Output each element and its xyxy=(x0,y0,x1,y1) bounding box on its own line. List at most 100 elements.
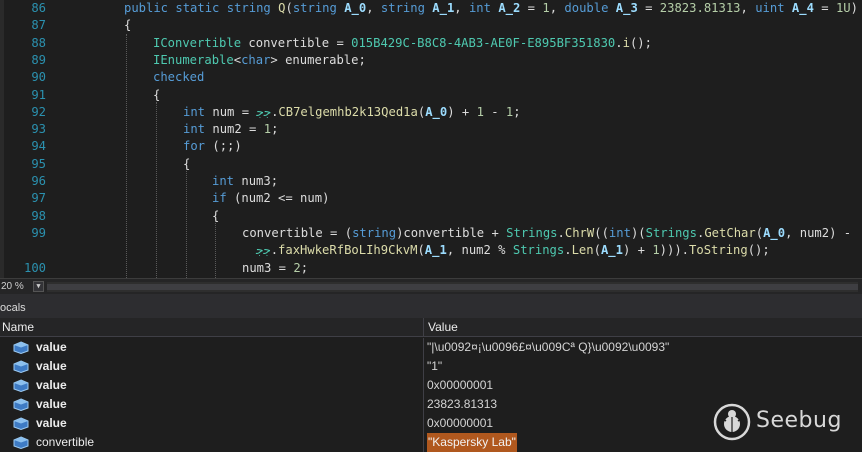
code-token: if xyxy=(212,191,227,206)
code-token: ( xyxy=(593,243,601,258)
code-line[interactable]: 99 convertible = (string)convertible + St… xyxy=(0,225,862,242)
value-cell[interactable]: 0x00000001 xyxy=(424,376,862,395)
code-token: A_0 xyxy=(763,225,786,240)
line-number: 92 xyxy=(31,104,46,119)
code-token: ( xyxy=(755,225,764,240)
code-text[interactable]: int num2 = 1; xyxy=(183,121,278,138)
code-token: = xyxy=(637,1,660,15)
code-token: ToString xyxy=(689,243,748,258)
code-token: CB7elgemhb2k13Qed1a xyxy=(278,104,418,119)
code-token: 1 xyxy=(542,1,550,15)
variable-name: value xyxy=(36,359,67,373)
code-token: num2 = xyxy=(205,122,264,137)
code-token: . xyxy=(615,35,623,50)
column-header-value[interactable]: Value xyxy=(424,318,862,337)
code-token: Strings xyxy=(506,225,558,240)
code-line[interactable]: 86 public static string Q(string A_0, str… xyxy=(0,0,862,17)
line-number: 93 xyxy=(31,122,46,137)
code-text[interactable]: { xyxy=(124,17,131,34)
code-line[interactable]: 95 { xyxy=(0,156,862,173)
code-text[interactable]: num3 = 2; xyxy=(242,260,308,277)
code-text[interactable]: IEnumerable<char> enumerable; xyxy=(153,52,366,69)
code-token: ChrW xyxy=(564,225,595,240)
code-text[interactable]: IConvertible convertible = 015B429C-B8C8… xyxy=(153,35,652,52)
code-line[interactable]: 89 IEnumerable<char> enumerable; xyxy=(0,52,862,69)
value-cell[interactable]: "1" xyxy=(424,357,862,376)
code-token: 1 xyxy=(476,104,484,119)
watermark-text: Seebug xyxy=(756,408,842,433)
line-number: 87 xyxy=(31,18,46,33)
line-number: 97 xyxy=(31,191,46,206)
code-token: , xyxy=(740,1,756,15)
code-text[interactable]: int num = ﺟﺟ.CB7elgemhb2k13Qed1a(A_0) + … xyxy=(183,104,521,121)
code-text[interactable]: if (num2 <= num) xyxy=(212,190,329,207)
variable-icon xyxy=(13,379,29,392)
variable-name: convertible xyxy=(36,435,95,449)
code-token: < xyxy=(233,52,242,67)
code-token: string xyxy=(380,1,425,15)
code-line[interactable]: 87 { xyxy=(0,17,862,34)
code-token: 1 xyxy=(652,243,660,258)
chevron-down-icon[interactable]: ▼ xyxy=(33,281,44,292)
code-text[interactable]: { xyxy=(153,87,160,104)
line-number: 88 xyxy=(31,35,46,50)
code-line[interactable]: 100 num3 = 2; xyxy=(0,260,862,277)
variable-icon xyxy=(13,436,29,449)
variable-value[interactable]: "1" xyxy=(427,357,442,376)
horizontal-scrollbar[interactable] xyxy=(47,282,858,292)
code-text[interactable]: ﺟﺟ.faxHwkeRfBoLIh9CkvM(A_1, num2 % Strin… xyxy=(256,242,770,259)
code-line[interactable]: 97 if (num2 <= num) xyxy=(0,190,862,207)
code-token: Strings xyxy=(645,225,697,240)
code-token: 015B429C-B8C8-4AB3-AE0F-E895BF351830 xyxy=(351,35,616,50)
locals-row[interactable]: value "|\u0092¤¡\u0096£¤\u009Cª Q}\u0092… xyxy=(0,338,862,357)
code-line[interactable]: 91 { xyxy=(0,87,862,104)
code-text[interactable]: checked xyxy=(153,69,204,86)
code-token: 23823.81313 xyxy=(659,1,741,15)
code-line[interactable]: 88 IConvertible convertible = 015B429C-B8… xyxy=(0,35,862,52)
variable-value[interactable]: 0x00000001 xyxy=(427,414,493,433)
variable-value[interactable]: 0x00000001 xyxy=(427,376,493,395)
variable-value[interactable]: "Kaspersky Lab" xyxy=(427,433,517,452)
code-token: = xyxy=(520,1,543,15)
code-text[interactable]: int num3; xyxy=(212,173,278,190)
code-token: Len xyxy=(571,243,594,258)
code-line[interactable]: 96 int num3; xyxy=(0,173,862,190)
code-token: { xyxy=(124,18,132,33)
code-token: 1 xyxy=(263,122,272,137)
code-token: int xyxy=(183,122,206,137)
scrollbar-thumb[interactable] xyxy=(47,284,858,290)
column-header-name[interactable]: Name xyxy=(0,318,424,337)
variable-name: value xyxy=(36,416,67,430)
locals-row[interactable]: value 0x00000001 xyxy=(0,376,862,395)
code-line[interactable]: 90 checked xyxy=(0,69,862,86)
variable-value[interactable]: "|\u0092¤¡\u0096£¤\u009Cª Q}\u0092\u0093… xyxy=(427,338,669,357)
code-text[interactable]: { xyxy=(183,156,190,173)
code-token: num3 = xyxy=(242,260,294,275)
code-token: (;;) xyxy=(205,139,242,154)
value-cell[interactable]: "|\u0092¤¡\u0096£¤\u009Cª Q}\u0092\u0093… xyxy=(424,338,862,357)
code-text[interactable]: convertible = (string)convertible + Stri… xyxy=(242,225,851,242)
code-text[interactable]: public static string Q(string A_0, strin… xyxy=(124,0,858,17)
code-line[interactable]: 92 int num = ﺟﺟ.CB7elgemhb2k13Qed1a(A_0) … xyxy=(0,104,862,121)
code-token: Strings xyxy=(512,243,565,258)
code-token: int xyxy=(468,1,491,15)
code-line[interactable]: 93 int num2 = 1; xyxy=(0,121,862,138)
code-text[interactable]: { xyxy=(212,208,219,225)
code-line[interactable]: ﺟﺟ.faxHwkeRfBoLIh9CkvM(A_1, num2 % Strin… xyxy=(0,242,862,259)
variable-value[interactable]: 23823.81313 xyxy=(427,395,497,414)
code-token: ; xyxy=(271,122,279,137)
code-token: int xyxy=(608,225,631,240)
code-token: IEnumerable xyxy=(153,52,234,67)
zoom-level[interactable]: 20 % xyxy=(0,279,24,294)
locals-row[interactable]: value "1" xyxy=(0,357,862,376)
line-number: 100 xyxy=(23,260,46,275)
code-token: int xyxy=(212,174,235,188)
code-token: )convertible + xyxy=(396,225,507,240)
code-text[interactable]: for (;;) xyxy=(183,138,242,155)
code-token: num3; xyxy=(234,174,279,188)
code-line[interactable]: 94 for (;;) xyxy=(0,138,862,155)
code-editor[interactable]: 86 public static string Q(string A_0, str… xyxy=(0,0,862,278)
code-line[interactable]: 98 { xyxy=(0,208,862,225)
